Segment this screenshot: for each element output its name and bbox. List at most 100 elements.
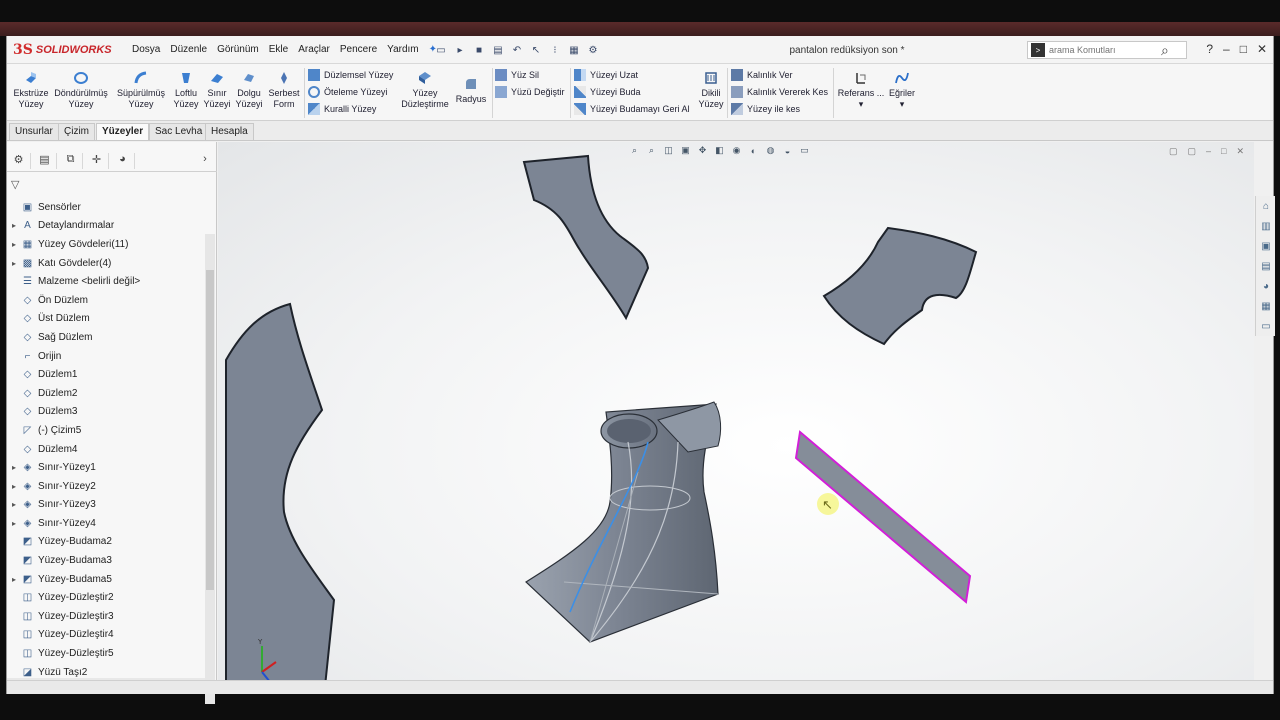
flattened-surface-patch-left[interactable]	[225, 302, 336, 694]
revolved-surface-button[interactable]: Döndürülmüş Yüzey	[53, 70, 109, 110]
reference-dropdown-icon[interactable]: ▾	[859, 99, 864, 109]
menu-dosya[interactable]: Dosya	[127, 44, 165, 55]
menu-yardim[interactable]: Yardım	[382, 44, 424, 55]
property-manager-icon[interactable]: ▤	[33, 153, 57, 169]
filter-icon[interactable]: ▽	[11, 178, 19, 191]
expand-arrow-icon[interactable]: ▸	[7, 240, 21, 249]
boundary-surface-button[interactable]: Sınır Yüzeyi	[203, 70, 231, 110]
curves-dropdown-icon[interactable]: ▾	[900, 99, 905, 109]
chevron-right-icon[interactable]: ›	[193, 153, 217, 169]
open-folder-icon[interactable]: ▸	[452, 42, 468, 58]
tree-item[interactable]: ▸ ◈ Sınır-Yüzey1	[7, 458, 205, 477]
undo-icon[interactable]: ↶	[509, 42, 525, 58]
tree-item[interactable]: ▸ A Detaylandırmalar	[7, 217, 205, 236]
cut-with-surface-button[interactable]: Yüzey ile kes	[731, 103, 800, 115]
appearances-icon[interactable]: ◕	[1259, 281, 1273, 295]
save-icon[interactable]: ■	[471, 42, 487, 58]
flattened-surface-patch-top[interactable]	[522, 154, 650, 321]
menu-pencere[interactable]: Pencere	[335, 44, 382, 55]
tree-item[interactable]: ◫ Yüzey-Düzleştir5	[7, 644, 205, 663]
expand-arrow-icon[interactable]: ▸	[7, 221, 21, 230]
menu-araclar[interactable]: Araçlar	[293, 44, 335, 55]
tab-cizim[interactable]: Çizim	[58, 123, 95, 140]
tree-item[interactable]: ▸ ◈ Sınır-Yüzey3	[7, 496, 205, 515]
offset-surface-button[interactable]: Öteleme Yüzeyi	[308, 86, 387, 98]
tree-item[interactable]: ◩ Yüzey-Budama3	[7, 551, 205, 570]
custom-properties-icon[interactable]: ▦	[1259, 301, 1273, 315]
new-document-icon[interactable]: ▭	[433, 42, 449, 58]
close-button[interactable]: ✕	[1257, 42, 1267, 56]
tree-item[interactable]: ▣ Sensörler	[7, 198, 205, 217]
tree-item[interactable]: ◫ Yüzey-Düzleştir2	[7, 588, 205, 607]
tab-yuzeyler[interactable]: Yüzeyler	[96, 123, 150, 140]
tree-item[interactable]: ◇ Düzlem3	[7, 403, 205, 422]
tree-vertical-scrollbar[interactable]	[205, 234, 215, 704]
tree-item[interactable]: ◇ Sağ Düzlem	[7, 328, 205, 347]
options-gear-icon[interactable]: ⚙	[585, 42, 601, 58]
tab-hesapla[interactable]: Hesapla	[205, 123, 254, 140]
tree-item[interactable]: ☰ Malzeme <belirli değil>	[7, 272, 205, 291]
menu-ekle[interactable]: Ekle	[264, 44, 293, 55]
search-icon[interactable]: ⌕	[1161, 42, 1169, 59]
expand-arrow-icon[interactable]: ▸	[7, 482, 21, 491]
expand-arrow-icon[interactable]: ▸	[7, 463, 21, 472]
ruled-surface-button[interactable]: Kuralli Yüzey	[308, 103, 376, 115]
forum-icon[interactable]: ▭	[1259, 321, 1273, 335]
tab-unsurlar[interactable]: Unsurlar	[9, 123, 59, 140]
planar-surface-button[interactable]: Düzlemsel Yüzey	[308, 69, 393, 81]
filled-surface-button[interactable]: Dolgu Yüzeyi	[234, 70, 264, 110]
tree-item[interactable]: ◩ Yüzey-Budama2	[7, 533, 205, 552]
tree-item[interactable]: ▸ ◈ Sınır-Yüzey4	[7, 514, 205, 533]
tree-item[interactable]: ⌐ Orijin	[7, 347, 205, 366]
scrollbar-thumb[interactable]	[206, 270, 214, 590]
trim-surface-button[interactable]: Yüzeyi Buda	[574, 86, 641, 98]
minimize-button[interactable]: –	[1223, 42, 1230, 56]
radius-button[interactable]: Radyus	[453, 76, 489, 105]
file-properties-icon[interactable]: ▦	[566, 42, 582, 58]
print-icon[interactable]: ▤	[490, 42, 506, 58]
expand-arrow-icon[interactable]: ▸	[7, 575, 21, 584]
file-explorer-icon[interactable]: ▤	[1259, 261, 1273, 275]
extend-surface-button[interactable]: Yüzeyi Uzat	[574, 69, 638, 81]
reference-geometry-button[interactable]: Referans ... ▾	[837, 70, 885, 110]
delete-face-button[interactable]: Yüz Sil	[495, 69, 539, 81]
tree-item[interactable]: ▸ ▦ Yüzey Gövdeleri(11)	[7, 235, 205, 254]
help-icon[interactable]: ?	[1206, 42, 1213, 56]
tab-sac-levha[interactable]: Sac Levha	[149, 123, 209, 140]
replace-face-button[interactable]: Yüzü Değiştir	[495, 86, 565, 98]
tree-item[interactable]: ▸ ◩ Yüzey-Budama5	[7, 570, 205, 589]
thicken-button[interactable]: Kalınlık Ver	[731, 69, 793, 81]
surface-flatten-button[interactable]: Yüzey Düzleştirme	[399, 70, 451, 110]
configuration-manager-icon[interactable]: ⧉	[59, 153, 83, 169]
pants-reducer-model[interactable]	[525, 401, 722, 643]
select-cursor-icon[interactable]: ↖	[528, 42, 544, 58]
maximize-button[interactable]: □	[1240, 42, 1247, 56]
untrim-surface-button[interactable]: Yüzeyi Budamayı Geri Al	[574, 103, 690, 115]
lofted-surface-button[interactable]: Loftlu Yüzey	[171, 70, 201, 110]
graphics-area[interactable]: ⌕ ⌕ ◫ ▣ ✥ ◧ ◉ ◐ ◍ ◒ ▭ ▢ ▢ – □ ✕ ↖ Y	[218, 142, 1254, 694]
feature-manager-icon[interactable]: ⚙	[7, 153, 31, 169]
expand-arrow-icon[interactable]: ▸	[7, 519, 21, 528]
extruded-surface-button[interactable]: Ekstrüze Yüzey	[13, 70, 49, 110]
resources-icon[interactable]: ▥	[1259, 221, 1273, 235]
command-search[interactable]: > ⌕	[1027, 41, 1187, 59]
tree-item[interactable]: ◇ Düzlem2	[7, 384, 205, 403]
thickened-cut-button[interactable]: Kalınlık Vererek Kes	[731, 86, 828, 98]
curves-button[interactable]: Eğriler ▾	[887, 70, 917, 110]
expand-arrow-icon[interactable]: ▸	[7, 259, 21, 268]
tree-item[interactable]: ◇ Düzlem1	[7, 365, 205, 384]
menu-duzenle[interactable]: Düzenle	[165, 44, 212, 55]
expand-arrow-icon[interactable]: ▸	[7, 500, 21, 509]
tree-item[interactable]: ◪ Yüzü Taşı2	[7, 663, 205, 678]
flattened-surface-patch-right[interactable]	[822, 226, 978, 346]
tree-item[interactable]: ◫ Yüzey-Düzleştir3	[7, 607, 205, 626]
tree-item[interactable]: ◸ (-) Çizim5	[7, 421, 205, 440]
traffic-light-icon[interactable]: ⁝	[547, 42, 563, 58]
tree-item[interactable]: ▸ ▩ Katı Gövdeler(4)	[7, 254, 205, 273]
solidworks-logo[interactable]: 3S SOLIDWORKS	[13, 41, 112, 59]
menu-gorunum[interactable]: Görünüm	[212, 44, 264, 55]
tree-item[interactable]: ◫ Yüzey-Düzleştir4	[7, 626, 205, 645]
tree-item[interactable]: ▸ ◈ Sınır-Yüzey2	[7, 477, 205, 496]
tree-item[interactable]: ◇ Üst Düzlem	[7, 310, 205, 329]
home-icon[interactable]: ⌂	[1259, 201, 1273, 215]
